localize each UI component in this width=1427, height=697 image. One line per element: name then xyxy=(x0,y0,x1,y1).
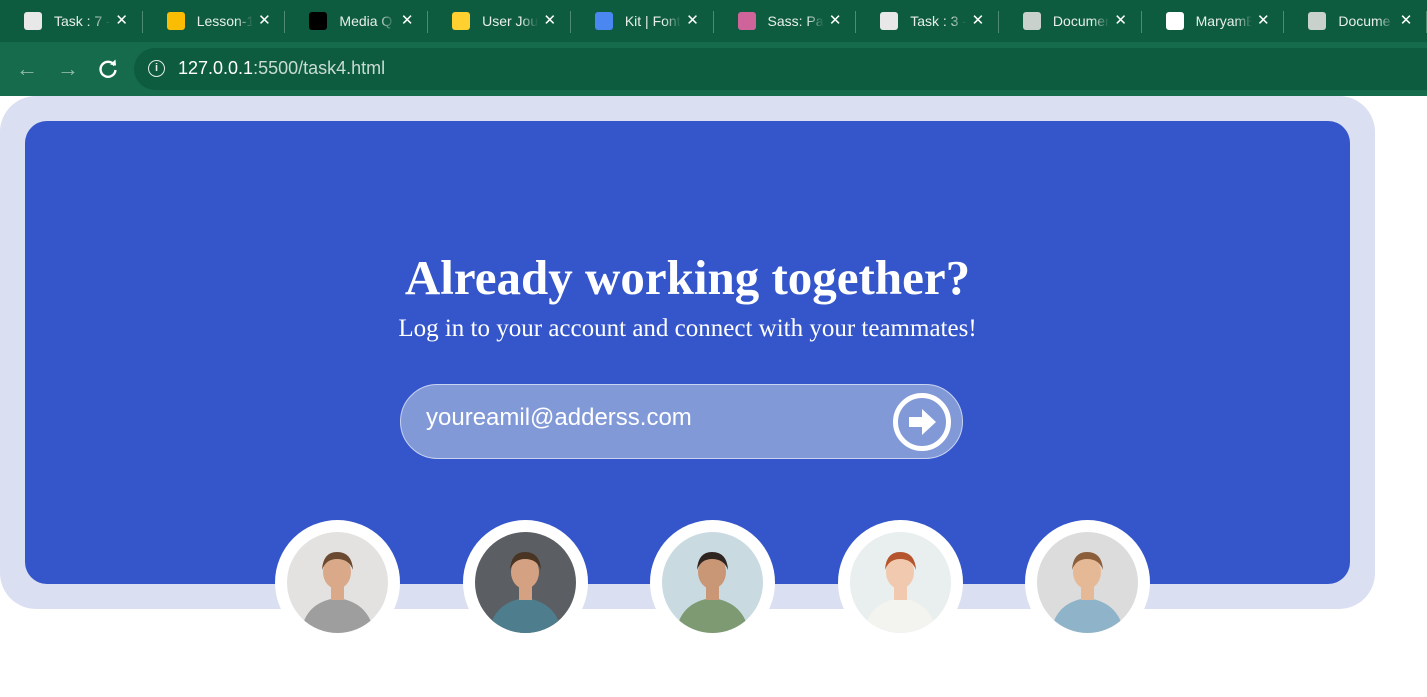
hero-card xyxy=(25,121,1350,584)
close-tab-icon[interactable]: ✕ xyxy=(541,12,559,30)
url-text[interactable]: 127.0.0.1:5500/task4.html xyxy=(178,58,385,79)
classroom-icon xyxy=(880,12,899,30)
avatar-photo xyxy=(475,532,576,633)
email-form xyxy=(400,384,963,459)
team-member-5-avatar xyxy=(1025,520,1150,645)
google-drive-icon xyxy=(166,12,185,30)
miro-icon xyxy=(452,12,471,30)
submit-button[interactable] xyxy=(893,393,951,451)
close-tab-icon[interactable]: ✕ xyxy=(1397,12,1415,30)
browser-tab[interactable]: Docume ✕ xyxy=(1284,0,1427,42)
tab-title: Media Q xyxy=(339,13,393,29)
team-member-1-avatar xyxy=(275,520,400,645)
avatar-photo xyxy=(287,532,388,633)
avatar-photo xyxy=(850,532,951,633)
email-input[interactable] xyxy=(426,401,866,435)
avatar-photo xyxy=(662,532,763,633)
avatar-photo xyxy=(1037,532,1138,633)
tab-title: Task : 7 - xyxy=(54,13,110,29)
browser-tab[interactable]: Task : 3 - ✕ xyxy=(856,0,999,42)
hero-subheading: Log in to your account and connect with … xyxy=(398,315,977,342)
back-arrow-icon[interactable]: ← xyxy=(14,56,40,82)
sass-icon xyxy=(737,12,756,30)
close-tab-icon[interactable]: ✕ xyxy=(969,12,987,30)
globe-icon xyxy=(1308,12,1327,30)
tab-title: MaryamE xyxy=(1195,13,1252,29)
hero-heading: Already working together? xyxy=(404,250,971,305)
tab-title: User Jou xyxy=(482,13,539,29)
classroom-icon xyxy=(24,12,42,30)
team-member-4-avatar xyxy=(838,520,963,645)
close-tab-icon[interactable]: ✕ xyxy=(398,12,416,30)
close-tab-icon[interactable]: ✕ xyxy=(684,12,702,30)
browser-tab[interactable]: Lesson-1 ✕ xyxy=(143,0,286,42)
browser-tab[interactable]: Sass: Par ✕ xyxy=(714,0,857,42)
team-member-2-avatar xyxy=(463,520,588,645)
close-tab-icon[interactable]: ✕ xyxy=(1254,12,1272,30)
github-icon xyxy=(1165,12,1184,30)
tab-strip: Task : 7 - ✕ Lesson-1 ✕ Media Q ✕ User Jou ✕ Kit… xyxy=(0,0,1427,42)
close-tab-icon[interactable]: ✕ xyxy=(826,12,844,30)
flag-icon xyxy=(594,12,613,30)
tab-title: Kit | Font xyxy=(624,13,681,29)
close-tab-icon[interactable]: ✕ xyxy=(1112,12,1130,30)
globe-icon xyxy=(1022,12,1041,30)
tab-title: Sass: Par xyxy=(767,13,824,29)
browser-tab[interactable]: Task : 7 - ✕ xyxy=(0,0,143,42)
tab-title: Task : 3 - xyxy=(910,13,967,29)
arrow-circle-right-icon xyxy=(909,409,936,435)
browser-tab[interactable]: Kit | Font ✕ xyxy=(571,0,714,42)
team-member-3-avatar xyxy=(650,520,775,645)
tab-title: Lesson-1 xyxy=(196,13,253,29)
page: Already working together? Log in to your… xyxy=(0,96,1427,697)
tab-title: Docume xyxy=(1338,13,1391,29)
browser-tab[interactable]: User Jou ✕ xyxy=(428,0,571,42)
site-info-icon[interactable]: i xyxy=(148,60,165,77)
tab-title: Documen xyxy=(1052,13,1109,29)
forward-arrow-icon[interactable]: → xyxy=(55,56,81,82)
angular-icon xyxy=(309,12,328,30)
reload-icon[interactable] xyxy=(95,56,121,82)
close-tab-icon[interactable]: ✕ xyxy=(255,12,273,30)
close-tab-icon[interactable]: ✕ xyxy=(113,12,131,30)
browser-tab[interactable]: Documen ✕ xyxy=(999,0,1142,42)
browser-tab[interactable]: Media Q ✕ xyxy=(285,0,429,42)
browser-tab[interactable]: MaryamE ✕ xyxy=(1142,0,1285,42)
